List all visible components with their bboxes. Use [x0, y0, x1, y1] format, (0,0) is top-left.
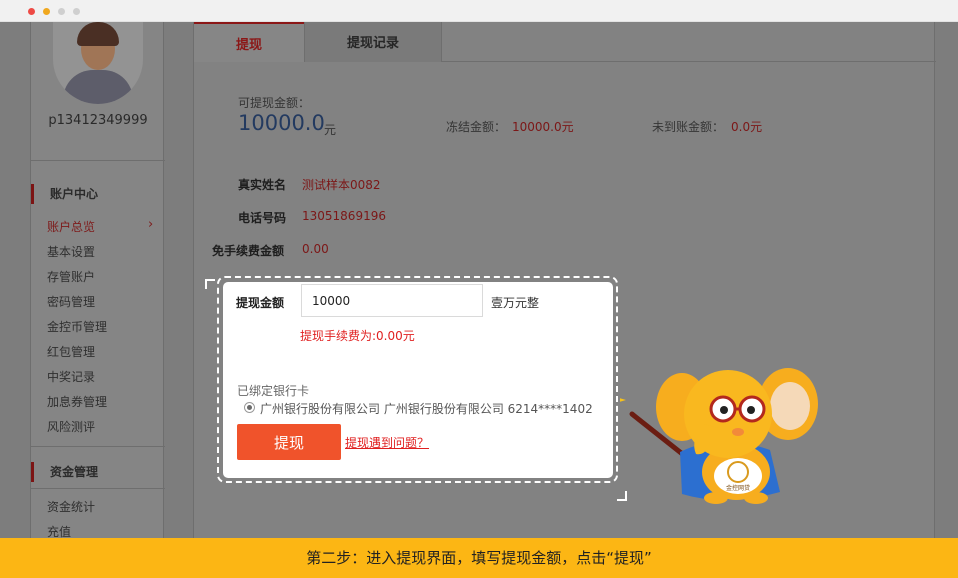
username: p13412349999	[48, 113, 148, 128]
sidebar-item-red-packets[interactable]: 红包管理	[47, 343, 95, 360]
avatar-hair-shape	[77, 22, 119, 46]
phone-value: 13051869196	[302, 209, 386, 223]
withdraw-help-link[interactable]: 提现遇到问题？	[345, 434, 429, 451]
sidebar-item-fund-stats[interactable]: 资金统计	[47, 498, 95, 515]
bank-card-radio[interactable]	[244, 402, 255, 413]
sidebar: p13412349999 账户中心 账户总览 › 基本设置 存管账户 密码管理 …	[30, 22, 165, 538]
amount-in-words: 壹万元整	[491, 296, 540, 310]
close-window-dot[interactable]	[28, 8, 35, 15]
sidebar-item-custody-account[interactable]: 存管账户	[47, 268, 95, 285]
fee-free-value: 0.00	[302, 242, 329, 256]
bank-card-info: 广州银行股份有限公司 广州银行股份有限公司 6214****1402	[260, 402, 593, 416]
phone-label: 电话号码	[238, 211, 287, 225]
fee-notice: 提现手续费为:0.00元	[300, 329, 415, 343]
sidebar-divider	[31, 160, 165, 161]
sidebar-divider	[31, 488, 165, 489]
chevron-right-icon: ›	[148, 217, 154, 232]
browser-titlebar	[0, 0, 958, 22]
sidebar-divider	[31, 446, 165, 447]
instruction-banner: 第二步：进入提现界面，填写提现金额，点击“提现”	[0, 538, 958, 578]
pending-label: 未到账金额：	[652, 120, 725, 134]
pending-value: 0.0元	[731, 120, 763, 134]
fee-free-label: 免手续费金额	[212, 244, 285, 258]
tab-bar: 提现 提现记录	[194, 22, 936, 62]
frozen-label: 冻结金额：	[446, 120, 507, 134]
mascot-badge-text: 金控网贷	[726, 484, 750, 492]
minimize-window-dot[interactable]	[43, 8, 50, 15]
available-label: 可提现金额：	[238, 96, 311, 110]
amount-input[interactable]	[301, 284, 483, 317]
real-name-value: 测试样本0082	[302, 178, 381, 192]
sidebar-group-funds: 资金管理	[31, 462, 165, 482]
user-avatar	[53, 22, 143, 104]
highlight-corner	[205, 279, 215, 289]
elephant-mascot-icon: 金控网贷	[620, 368, 818, 504]
sidebar-item-prize-records[interactable]: 中奖记录	[47, 368, 95, 385]
tab-withdraw-records[interactable]: 提现记录	[304, 22, 442, 62]
tab-withdraw[interactable]: 提现	[194, 22, 304, 62]
real-name-label: 真实姓名	[238, 178, 287, 192]
extra-window-dot	[73, 8, 80, 15]
sidebar-item-coin-management[interactable]: 金控币管理	[47, 318, 107, 335]
amount-label: 提现金额	[236, 296, 285, 310]
sidebar-item-account-overview[interactable]: 账户总览	[47, 218, 95, 235]
frozen-value: 10000.0元	[512, 120, 574, 134]
maximize-window-dot[interactable]	[58, 8, 65, 15]
withdraw-submit-button[interactable]: 提现	[237, 424, 341, 460]
sidebar-group-account: 账户中心	[31, 184, 165, 204]
avatar-body-shape	[63, 70, 133, 104]
available-unit: 元	[324, 123, 337, 137]
available-amount: 10000.0	[238, 111, 325, 135]
sidebar-item-password[interactable]: 密码管理	[47, 293, 95, 310]
withdraw-form: 提现金额 壹万元整 提现手续费为:0.00元 已绑定银行卡 广州银行股份有限公司…	[223, 282, 613, 478]
sidebar-item-risk-assessment[interactable]: 风险测评	[47, 418, 95, 435]
sidebar-item-recharge[interactable]: 充值	[47, 523, 71, 538]
sidebar-item-basic-settings[interactable]: 基本设置	[47, 243, 95, 260]
bound-card-label: 已绑定银行卡	[237, 384, 310, 398]
sidebar-item-interest-coupons[interactable]: 加息券管理	[47, 393, 107, 410]
